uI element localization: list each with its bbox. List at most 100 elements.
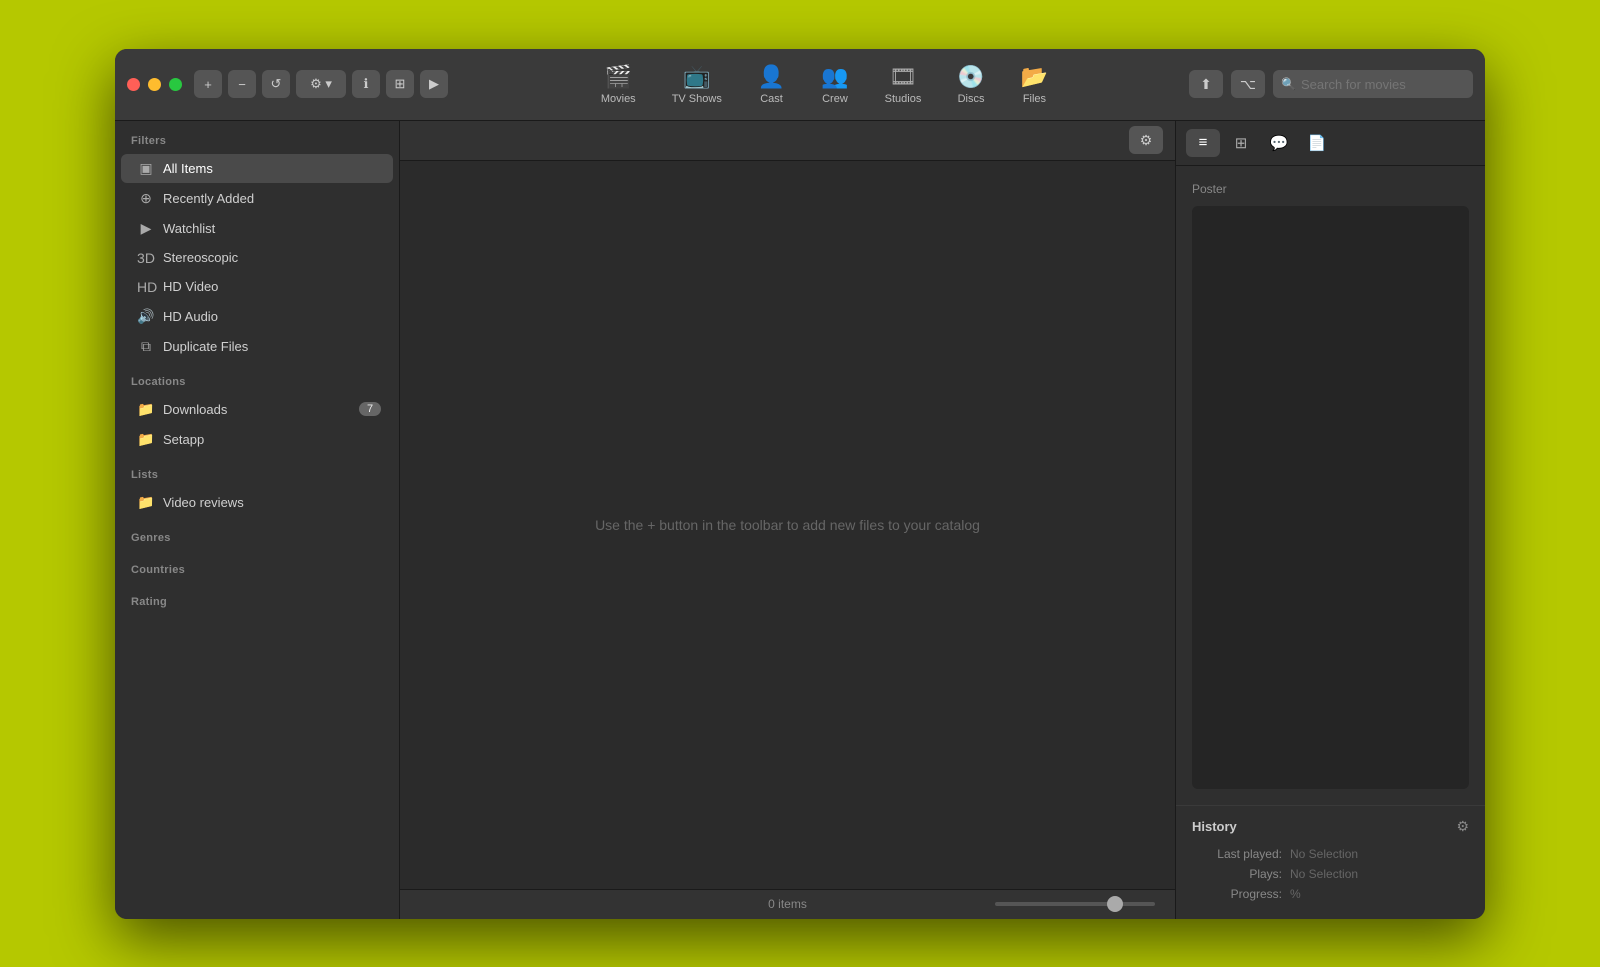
plays-value: No Selection — [1282, 867, 1469, 881]
search-input[interactable] — [1273, 70, 1473, 98]
nav-tab-files[interactable]: 📂 Files — [1003, 58, 1066, 111]
filter-label-hd-audio: HD Audio — [163, 309, 381, 324]
sidebar: Filters ▣ All Items ⊕ Recently Added ▶ W… — [115, 121, 400, 919]
close-button[interactable] — [127, 78, 140, 91]
nav-tab-icon-tvshows: 📺 — [683, 64, 710, 90]
lists-header: Lists — [115, 455, 399, 487]
folder-icon-downloads: 📁 — [137, 401, 155, 418]
nav-tab-icon-studios: 🎞 — [889, 64, 917, 90]
filter-label-all-items: All Items — [163, 161, 381, 176]
progress-value: % — [1282, 887, 1469, 901]
genres-header: Genres — [115, 518, 399, 550]
nav-tab-icon-crew: 👥 — [821, 64, 848, 90]
history-last-played-row: Last played: No Selection — [1192, 847, 1469, 861]
scroll-thumb[interactable] — [1107, 896, 1123, 912]
scroll-track — [995, 902, 1155, 906]
filter-icon-all-items: ▣ — [137, 160, 155, 177]
rating-header: Rating — [115, 582, 399, 614]
filter-label-hd-video: HD Video — [163, 279, 381, 294]
list-icon-video-reviews: 📁 — [137, 494, 155, 511]
nav-tab-label-crew: Crew — [822, 93, 848, 105]
rp-tab-chat[interactable]: 💬 — [1262, 129, 1296, 157]
nav-tab-label-files: Files — [1023, 93, 1046, 105]
filter-button[interactable]: ⌥ — [1231, 70, 1265, 98]
history-header: History ⚙ — [1192, 818, 1469, 835]
sidebar-item-setapp[interactable]: 📁 Setapp — [121, 425, 393, 454]
sidebar-item-downloads[interactable]: 📁 Downloads 7 — [121, 395, 393, 424]
filter-icon-watchlist: ▶ — [137, 220, 155, 237]
app-window: + − ↺ ⚙ ▾ ℹ ⊞ ▶ 🎬 Movies 📺 TV Shows 👤 Ca… — [115, 49, 1485, 919]
poster-section: Poster — [1176, 166, 1485, 805]
item-count: 0 items — [768, 897, 807, 911]
bottom-bar: 0 items — [400, 889, 1175, 919]
maximize-button[interactable] — [169, 78, 182, 91]
sidebar-item-video-reviews[interactable]: 📁 Video reviews — [121, 488, 393, 517]
history-progress-row: Progress: % — [1192, 887, 1469, 901]
nav-tab-label-tvshows: TV Shows — [672, 93, 722, 105]
nav-tab-icon-cast: 👤 — [758, 64, 785, 90]
poster-area — [1192, 206, 1469, 789]
title-bar: + − ↺ ⚙ ▾ ℹ ⊞ ▶ 🎬 Movies 📺 TV Shows 👤 Ca… — [115, 49, 1485, 121]
filter-icon-hd-audio: 🔊 — [137, 308, 155, 325]
settings-button[interactable]: ⚙ ▾ — [296, 70, 346, 98]
nav-tab-label-movies: Movies — [601, 93, 636, 105]
location-label-setapp: Setapp — [163, 432, 381, 447]
content-toolbar: ⚙ — [400, 121, 1175, 161]
minimize-button[interactable] — [148, 78, 161, 91]
countries-header: Countries — [115, 550, 399, 582]
nav-tab-label-cast: Cast — [760, 93, 783, 105]
history-plays-row: Plays: No Selection — [1192, 867, 1469, 881]
filter-icon-recently-added: ⊕ — [137, 190, 155, 207]
share-button[interactable]: ⬆ — [1189, 70, 1223, 98]
info-button[interactable]: ℹ — [352, 70, 380, 98]
nav-tab-cast[interactable]: 👤 Cast — [740, 58, 803, 111]
filter-label-watchlist: Watchlist — [163, 221, 381, 236]
filter-label-duplicate-files: Duplicate Files — [163, 339, 381, 354]
content-main: Use the + button in the toolbar to add n… — [400, 161, 1175, 889]
nav-tab-crew[interactable]: 👥 Crew — [803, 58, 866, 111]
filter-icon-duplicate-files: ⧉ — [137, 338, 155, 355]
nav-tab-icon-movies: 🎬 — [605, 64, 632, 90]
nav-tab-icon-files: 📂 — [1021, 64, 1048, 90]
rp-tab-doc[interactable]: 📄 — [1300, 129, 1334, 157]
history-title: History — [1192, 819, 1237, 834]
nav-tab-label-discs: Discs — [958, 93, 985, 105]
last-played-value: No Selection — [1282, 847, 1469, 861]
history-gear-icon[interactable]: ⚙ — [1456, 818, 1469, 835]
nav-tabs: 🎬 Movies 📺 TV Shows 👤 Cast 👥 Crew 🎞 Stud… — [460, 58, 1189, 111]
rp-tab-list[interactable]: ≡ — [1186, 129, 1220, 157]
nav-tab-discs[interactable]: 💿 Discs — [939, 58, 1002, 111]
right-panel-tabs: ≡⊞💬📄 — [1176, 121, 1485, 166]
main-area: Filters ▣ All Items ⊕ Recently Added ▶ W… — [115, 121, 1485, 919]
right-panel: ≡⊞💬📄 Poster History ⚙ Last played: No Se… — [1175, 121, 1485, 919]
sidebar-item-hd-audio[interactable]: 🔊 HD Audio — [121, 302, 393, 331]
content-settings-button[interactable]: ⚙ — [1129, 126, 1163, 154]
filters-header: Filters — [115, 121, 399, 153]
add-button[interactable]: + — [194, 70, 222, 98]
nav-tab-studios[interactable]: 🎞 Studios — [867, 58, 940, 111]
scroll-bar[interactable] — [995, 902, 1155, 906]
sidebar-item-watchlist[interactable]: ▶ Watchlist — [121, 214, 393, 243]
content-area: ⚙ Use the + button in the toolbar to add… — [400, 121, 1175, 919]
sidebar-item-all-items[interactable]: ▣ All Items — [121, 154, 393, 183]
toolbar-right: ⬆ ⌥ 🔍 — [1189, 70, 1473, 98]
nav-tab-label-studios: Studios — [885, 93, 922, 105]
display-button[interactable]: ⊞ — [386, 70, 414, 98]
rp-tab-grid[interactable]: ⊞ — [1224, 129, 1258, 157]
search-wrapper: 🔍 — [1273, 70, 1473, 98]
history-section: History ⚙ Last played: No Selection Play… — [1176, 805, 1485, 919]
sidebar-item-duplicate-files[interactable]: ⧉ Duplicate Files — [121, 332, 393, 361]
sidebar-item-hd-video[interactable]: HD HD Video — [121, 273, 393, 301]
progress-label: Progress: — [1192, 887, 1282, 901]
filter-icon-stereoscopic: 3D — [137, 250, 155, 266]
toolbar-left: + − ↺ ⚙ ▾ ℹ ⊞ ▶ — [194, 70, 448, 98]
nav-tab-icon-discs: 💿 — [957, 64, 984, 90]
play-button[interactable]: ▶ — [420, 70, 448, 98]
sidebar-item-recently-added[interactable]: ⊕ Recently Added — [121, 184, 393, 213]
nav-tab-tvshows[interactable]: 📺 TV Shows — [654, 58, 740, 111]
minus-button[interactable]: − — [228, 70, 256, 98]
nav-tab-movies[interactable]: 🎬 Movies — [583, 58, 654, 111]
sidebar-item-stereoscopic[interactable]: 3D Stereoscopic — [121, 244, 393, 272]
refresh-button[interactable]: ↺ — [262, 70, 290, 98]
location-label-downloads: Downloads — [163, 402, 351, 417]
